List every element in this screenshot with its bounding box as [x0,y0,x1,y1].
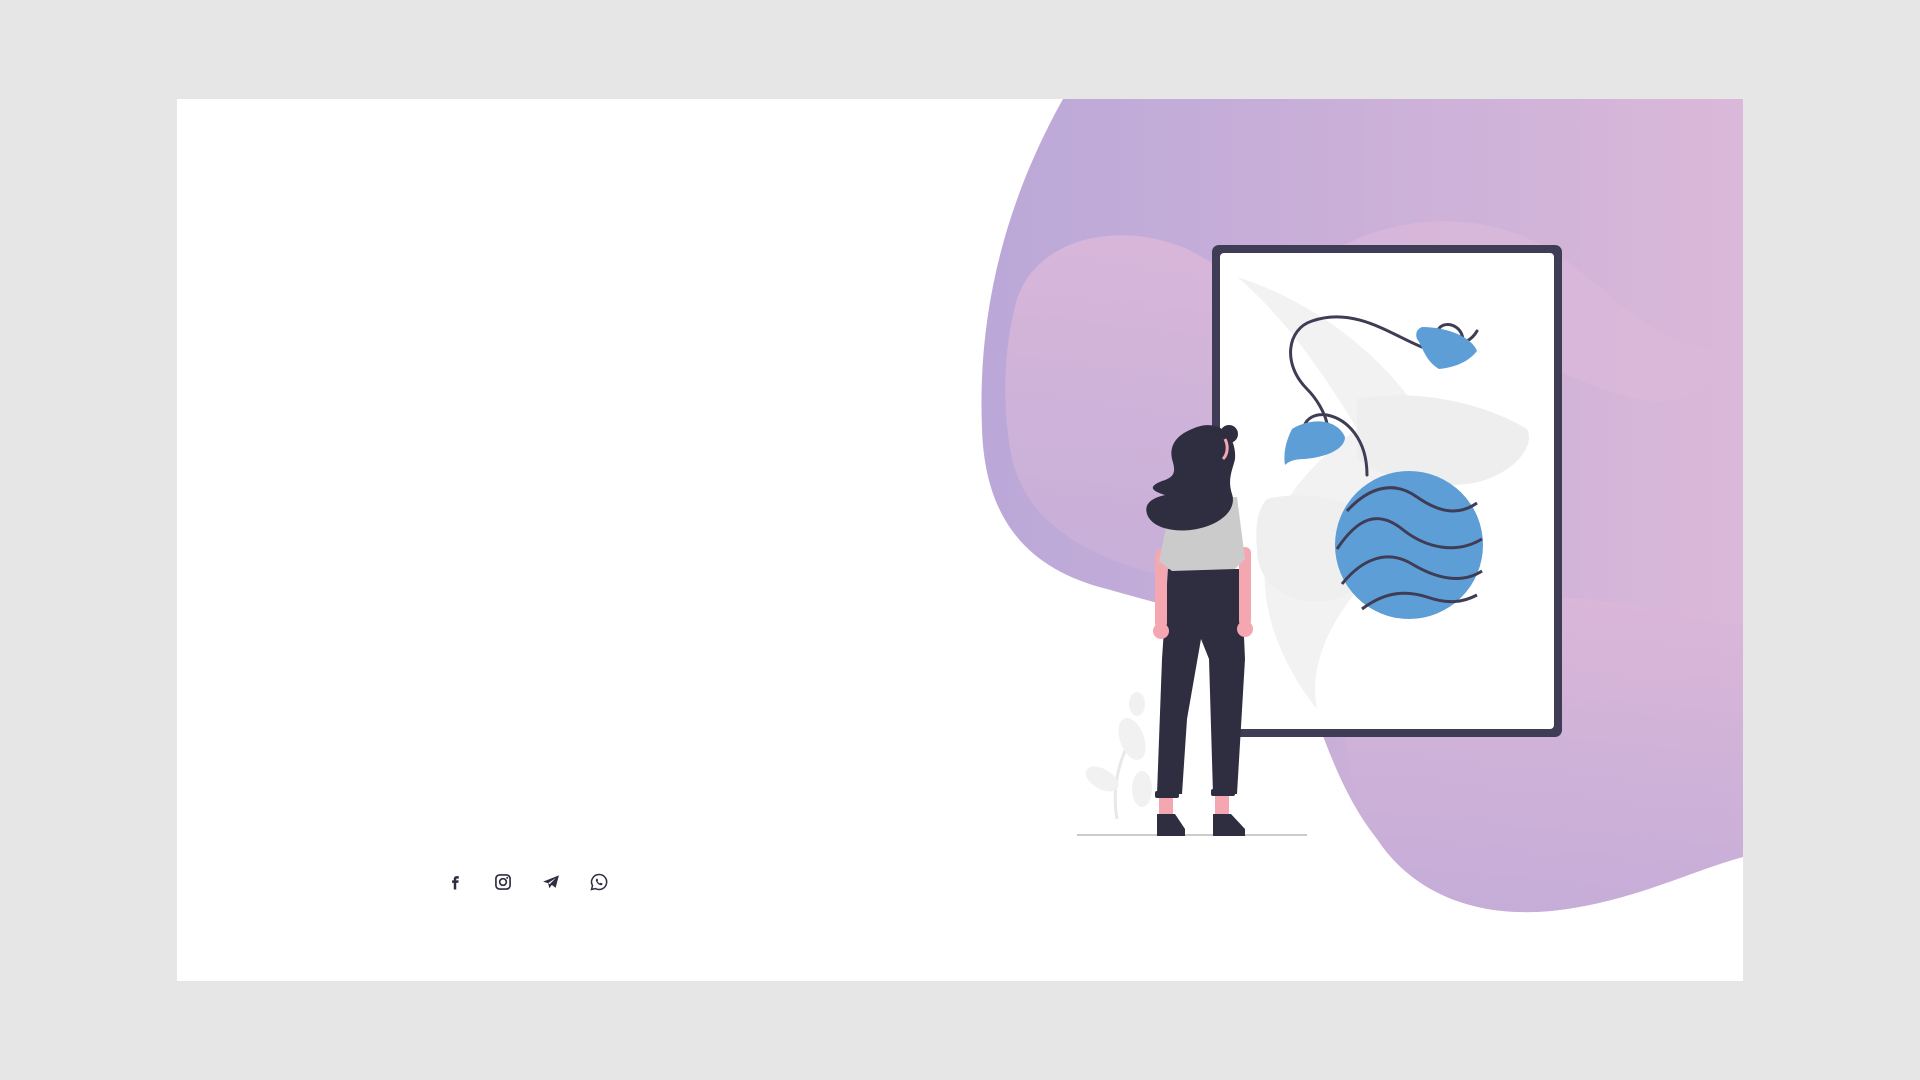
hero-card [177,99,1743,981]
instagram-link[interactable] [490,869,516,895]
facebook-icon [452,876,459,890]
small-plant [1085,692,1152,820]
telegram-icon [543,875,559,889]
whatsapp-link[interactable] [586,869,612,895]
whatsapp-icon [590,873,608,891]
social-links [442,869,612,895]
woman-looking-at-art-illustration [1077,245,1562,836]
instagram-icon [495,874,511,890]
facebook-link[interactable] [442,869,468,895]
telegram-link[interactable] [538,869,564,895]
